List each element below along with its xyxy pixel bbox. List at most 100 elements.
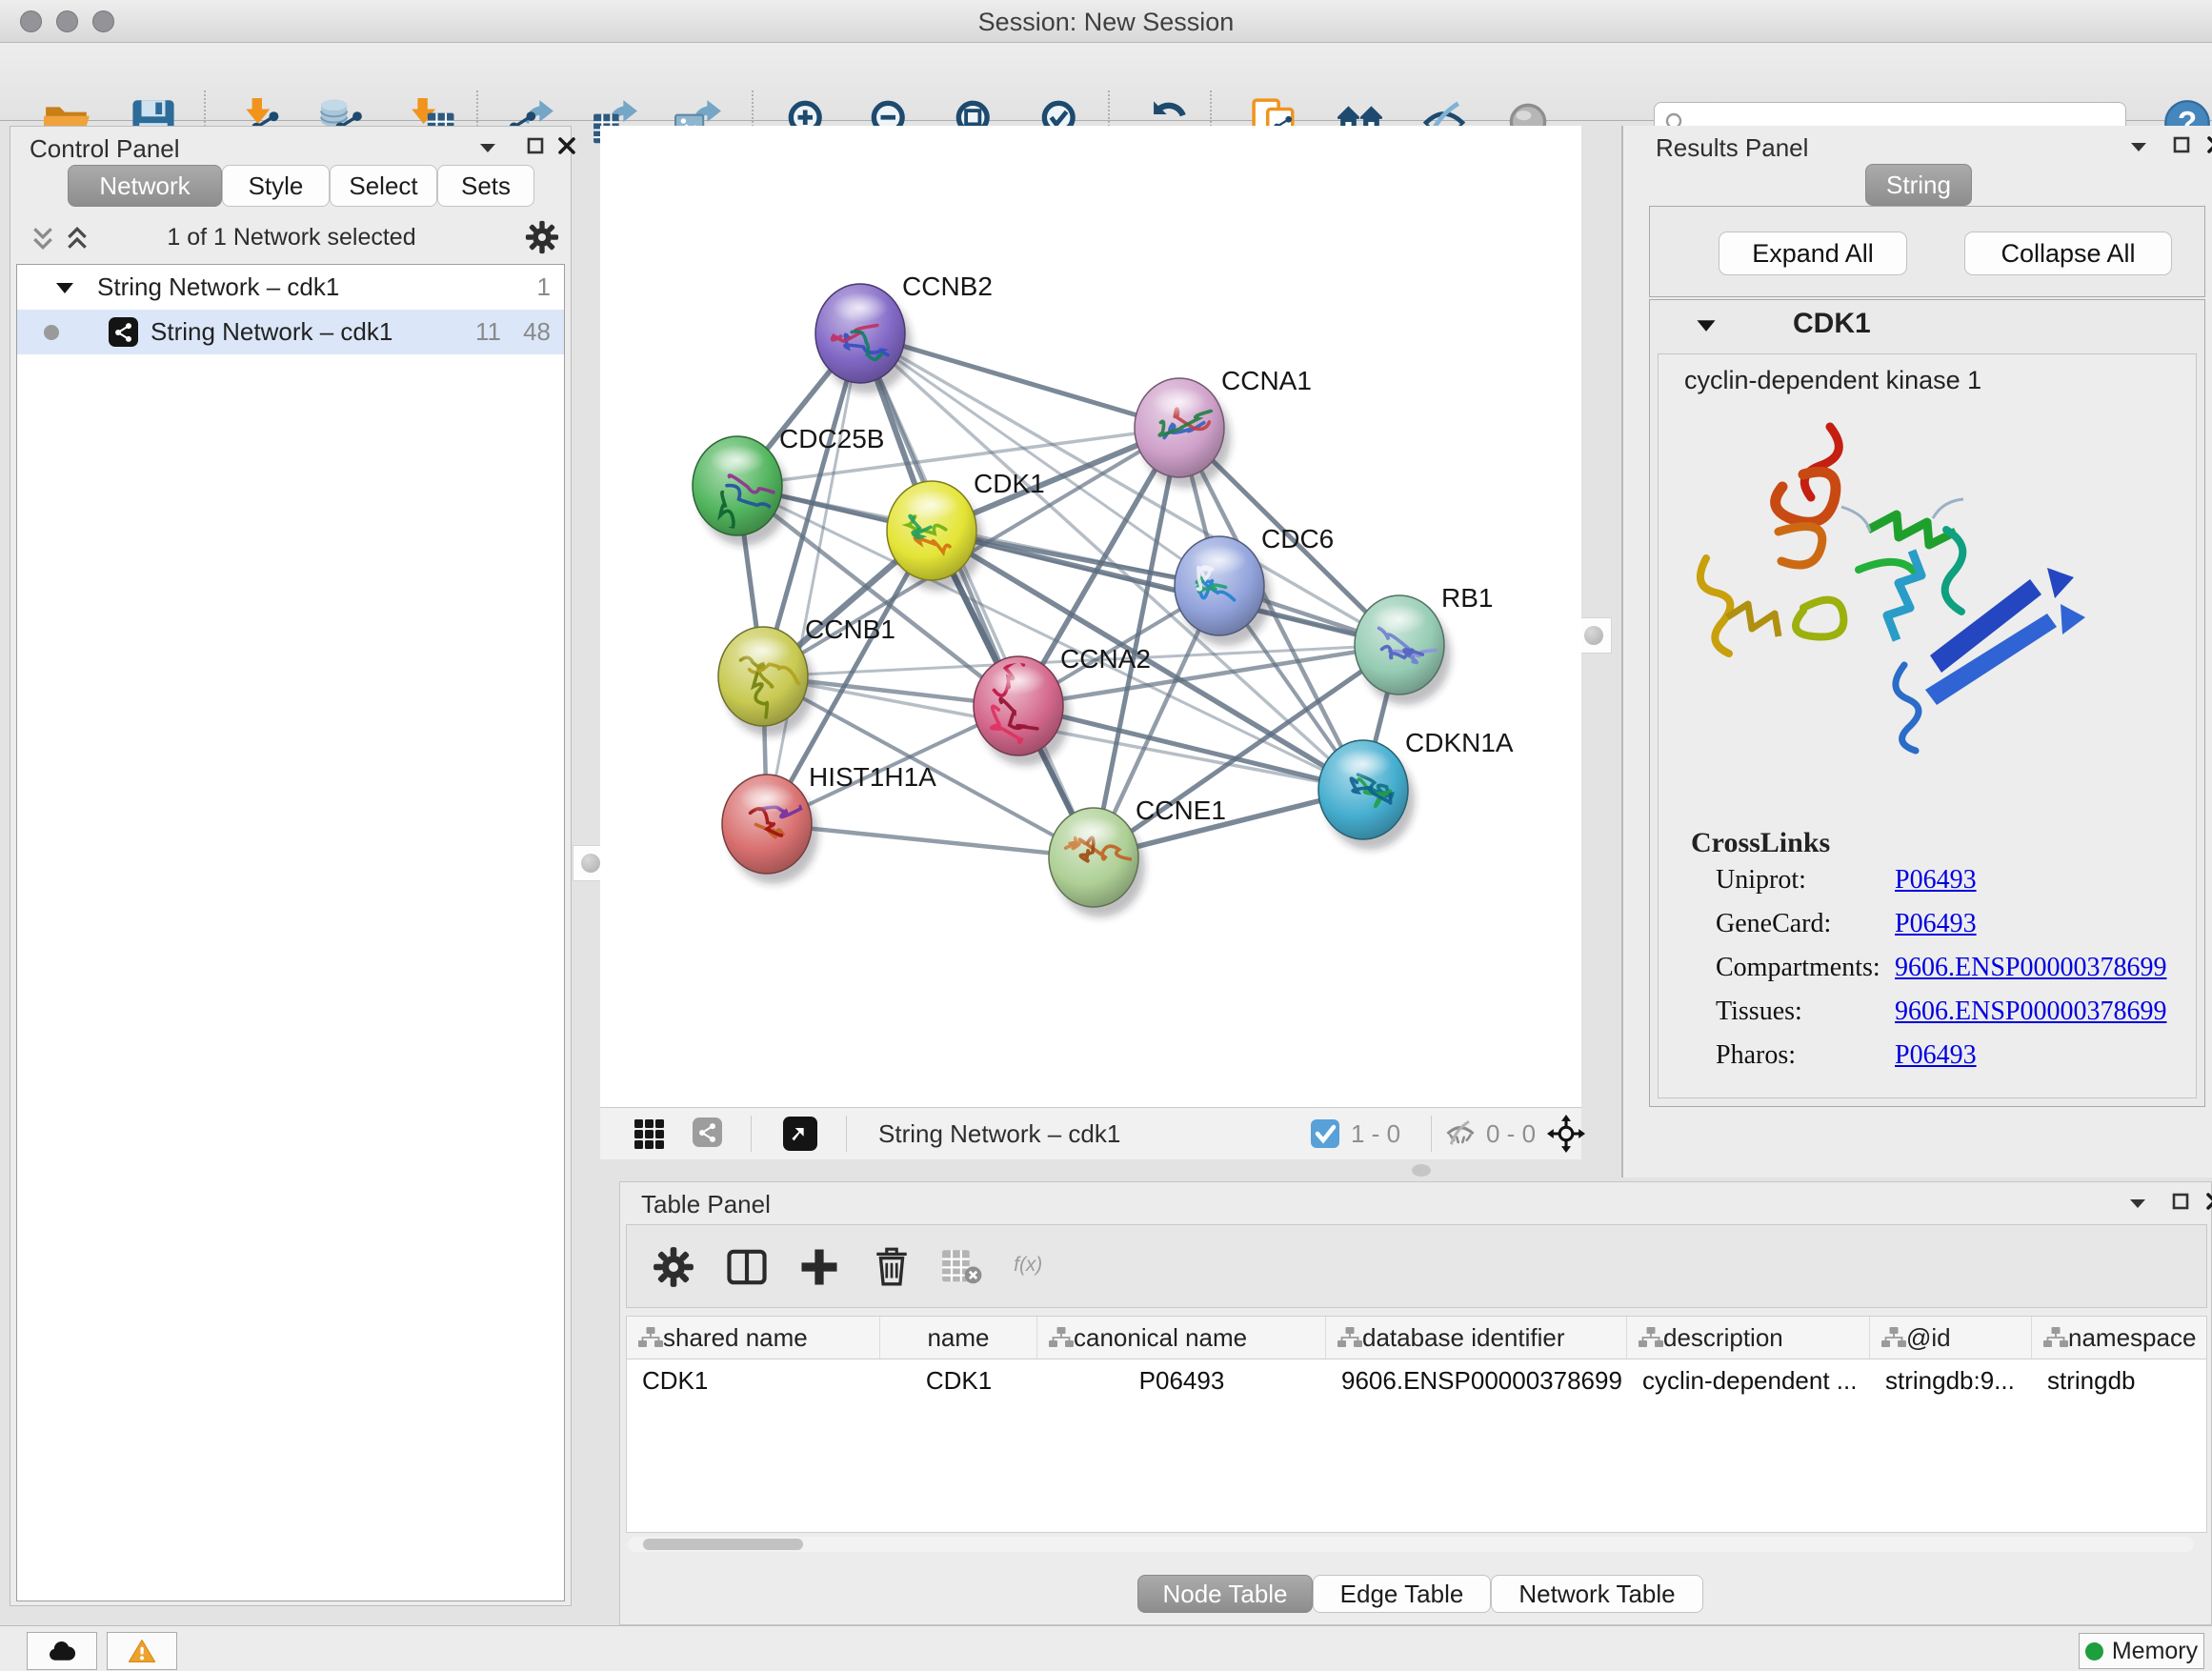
table-panel: Table Panel f(x) shared name name canonica… <box>619 1181 2212 1625</box>
expand-all-networks-icon[interactable] <box>66 226 89 251</box>
panel-menu-icon[interactable] <box>2129 137 2148 156</box>
table-header-row: shared name name canonical namedatabase id… <box>627 1317 2206 1359</box>
crosslink-label: Uniprot: <box>1716 865 1806 896</box>
crosslink-link[interactable]: 9606.ENSP00000378699 <box>1895 997 2166 1027</box>
panel-float-icon[interactable] <box>2172 135 2191 154</box>
node-label-CDKN1A: CDKN1A <box>1405 728 1514 757</box>
add-column-button[interactable] <box>792 1239 847 1295</box>
node-label-CCNA2: CCNA2 <box>1060 644 1151 674</box>
node-CDC6[interactable]: CDC6 <box>1175 524 1334 646</box>
warnings-button[interactable] <box>107 1632 177 1670</box>
network-collection-row[interactable]: String Network – cdk1 1 <box>17 265 564 310</box>
collapse-all-networks-icon[interactable] <box>31 226 54 251</box>
column-header-name[interactable]: name <box>880 1317 1037 1359</box>
north-east-arrow-icon <box>789 1122 812 1145</box>
entry-collapse-icon[interactable] <box>1696 317 1717 333</box>
tab-sets[interactable]: Sets <box>437 165 534 207</box>
node-label-CDC6: CDC6 <box>1261 524 1334 554</box>
column-label: name <box>927 1323 989 1353</box>
cytoscape-window: Session: New Session ? Control Panel <box>0 0 2212 1671</box>
node-label-CCNE1: CCNE1 <box>1136 795 1226 825</box>
table-cell[interactable]: CDK1 <box>880 1359 1037 1401</box>
hidden-node-edge-counts: 0 - 0 <box>1486 1119 1536 1149</box>
table-cell[interactable]: stringdb <box>2032 1359 2207 1401</box>
panel-float-icon[interactable] <box>2171 1192 2190 1211</box>
bottom-splitter-handle[interactable] <box>1412 1164 1431 1177</box>
tab-network[interactable]: Network <box>68 165 222 207</box>
column-header-canonical-name[interactable]: canonical name <box>1037 1317 1326 1359</box>
network-selection-status: 1 of 1 Network selected <box>106 224 477 252</box>
network-edge-count: 48 <box>523 317 551 347</box>
show-columns-button[interactable] <box>719 1239 774 1295</box>
tab-string[interactable]: String <box>1865 164 1972 206</box>
birds-eye-view-button[interactable] <box>783 1117 817 1151</box>
memory-button[interactable]: Memory <box>2079 1633 2204 1669</box>
panel-menu-icon[interactable] <box>478 138 497 157</box>
selected-checkbox[interactable] <box>1311 1119 1339 1148</box>
panel-close-icon[interactable] <box>2206 135 2212 154</box>
table-cell[interactable]: stringdb:9... <box>1870 1359 2032 1401</box>
control-panel: Control Panel NetworkStyleSelectSets 1 o… <box>10 126 572 1606</box>
network-canvas[interactable]: CCNB2CCNA1CDC25BCDK1CDC6RB1CCNB1CCNA2CDK… <box>600 126 1581 1107</box>
panel-menu-icon[interactable] <box>2128 1194 2147 1213</box>
table-horizontal-scrollbar[interactable] <box>628 1537 2194 1552</box>
network-graph[interactable]: CCNB2CCNA1CDC25BCDK1CDC6RB1CCNB1CCNA2CDK… <box>600 126 1581 1107</box>
grid-view-icon[interactable] <box>634 1119 665 1150</box>
crosslink-link[interactable]: P06493 <box>1895 909 1977 939</box>
statusbar-separator <box>1431 1116 1432 1152</box>
tab-network-table[interactable]: Network Table <box>1491 1575 1703 1613</box>
table-row[interactable]: CDK1CDK1P064939606.ENSP00000378699cyclin… <box>627 1359 2206 1401</box>
column-header-database-identifier[interactable]: database identifier <box>1326 1317 1627 1359</box>
collapse-all-button[interactable]: Collapse All <box>1964 232 2172 275</box>
column-header-namespace[interactable]: namespace <box>2032 1317 2207 1359</box>
node-CCNE1[interactable]: CCNE1 <box>1049 795 1226 917</box>
collection-expand-icon[interactable] <box>55 280 74 295</box>
node-CDKN1A[interactable]: CDKN1A <box>1318 728 1514 850</box>
node-RB1[interactable]: RB1 <box>1355 583 1493 705</box>
node-CDK1[interactable]: CDK1 <box>887 469 1045 591</box>
tab-select[interactable]: Select <box>330 165 437 207</box>
warning-icon <box>128 1638 156 1664</box>
network-row[interactable]: String Network – cdk1 11 48 <box>17 310 564 354</box>
panel-float-icon[interactable] <box>526 136 545 155</box>
panel-close-icon[interactable] <box>557 136 576 155</box>
node-HIST1H1A[interactable]: HIST1H1A <box>722 762 936 884</box>
expand-all-button[interactable]: Expand All <box>1719 232 1907 275</box>
crosshair-icon[interactable] <box>1547 1115 1585 1153</box>
tab-node-table[interactable]: Node Table <box>1137 1575 1313 1613</box>
panel-close-icon[interactable] <box>2205 1192 2212 1211</box>
column-header-shared-name[interactable]: shared name <box>627 1317 880 1359</box>
plus-icon <box>798 1246 840 1288</box>
column-header-description[interactable]: description <box>1627 1317 1870 1359</box>
svg-text:f(x): f(x) <box>1014 1254 1042 1276</box>
window-title: Session: New Session <box>0 8 2212 37</box>
trash-icon <box>871 1246 913 1288</box>
tab-style[interactable]: Style <box>222 165 330 207</box>
edge-CCNB2-HIST1H1A[interactable] <box>767 333 860 824</box>
crosslink-link[interactable]: P06493 <box>1895 865 1977 896</box>
column-label: description <box>1663 1323 1783 1353</box>
table-cell[interactable]: P06493 <box>1037 1359 1326 1401</box>
network-options-gear-icon[interactable] <box>525 220 559 254</box>
tab-edge-table[interactable]: Edge Table <box>1313 1575 1491 1613</box>
hidden-eye-icon[interactable] <box>1444 1119 1477 1148</box>
column-label: @id <box>1906 1323 1951 1353</box>
table-panel-title: Table Panel <box>641 1190 771 1219</box>
cloud-status-button[interactable] <box>27 1632 97 1670</box>
control-panel-title: Control Panel <box>30 134 180 164</box>
network-badge-gray[interactable] <box>693 1117 722 1147</box>
crosslink-link[interactable]: P06493 <box>1895 1040 1977 1071</box>
table-cell[interactable]: cyclin-dependent ... <box>1627 1359 1870 1401</box>
table-cell[interactable]: CDK1 <box>627 1359 880 1401</box>
node-CCNB1[interactable]: CCNB1 <box>718 614 895 736</box>
table-settings-button[interactable] <box>646 1239 701 1295</box>
delete-column-button[interactable] <box>864 1239 919 1295</box>
column-header--id[interactable]: @id <box>1870 1317 2032 1359</box>
results-panel-title: Results Panel <box>1656 133 1808 163</box>
entry-gene-name: CDK1 <box>1793 308 1871 340</box>
table-cell[interactable]: 9606.ENSP00000378699 <box>1326 1359 1627 1401</box>
crosslink-link[interactable]: 9606.ENSP00000378699 <box>1895 953 2166 983</box>
scrollbar-thumb[interactable] <box>643 1539 803 1550</box>
entry-description: cyclin-dependent kinase 1 <box>1684 366 1981 395</box>
crosslink-label: Tissues: <box>1716 997 1802 1027</box>
